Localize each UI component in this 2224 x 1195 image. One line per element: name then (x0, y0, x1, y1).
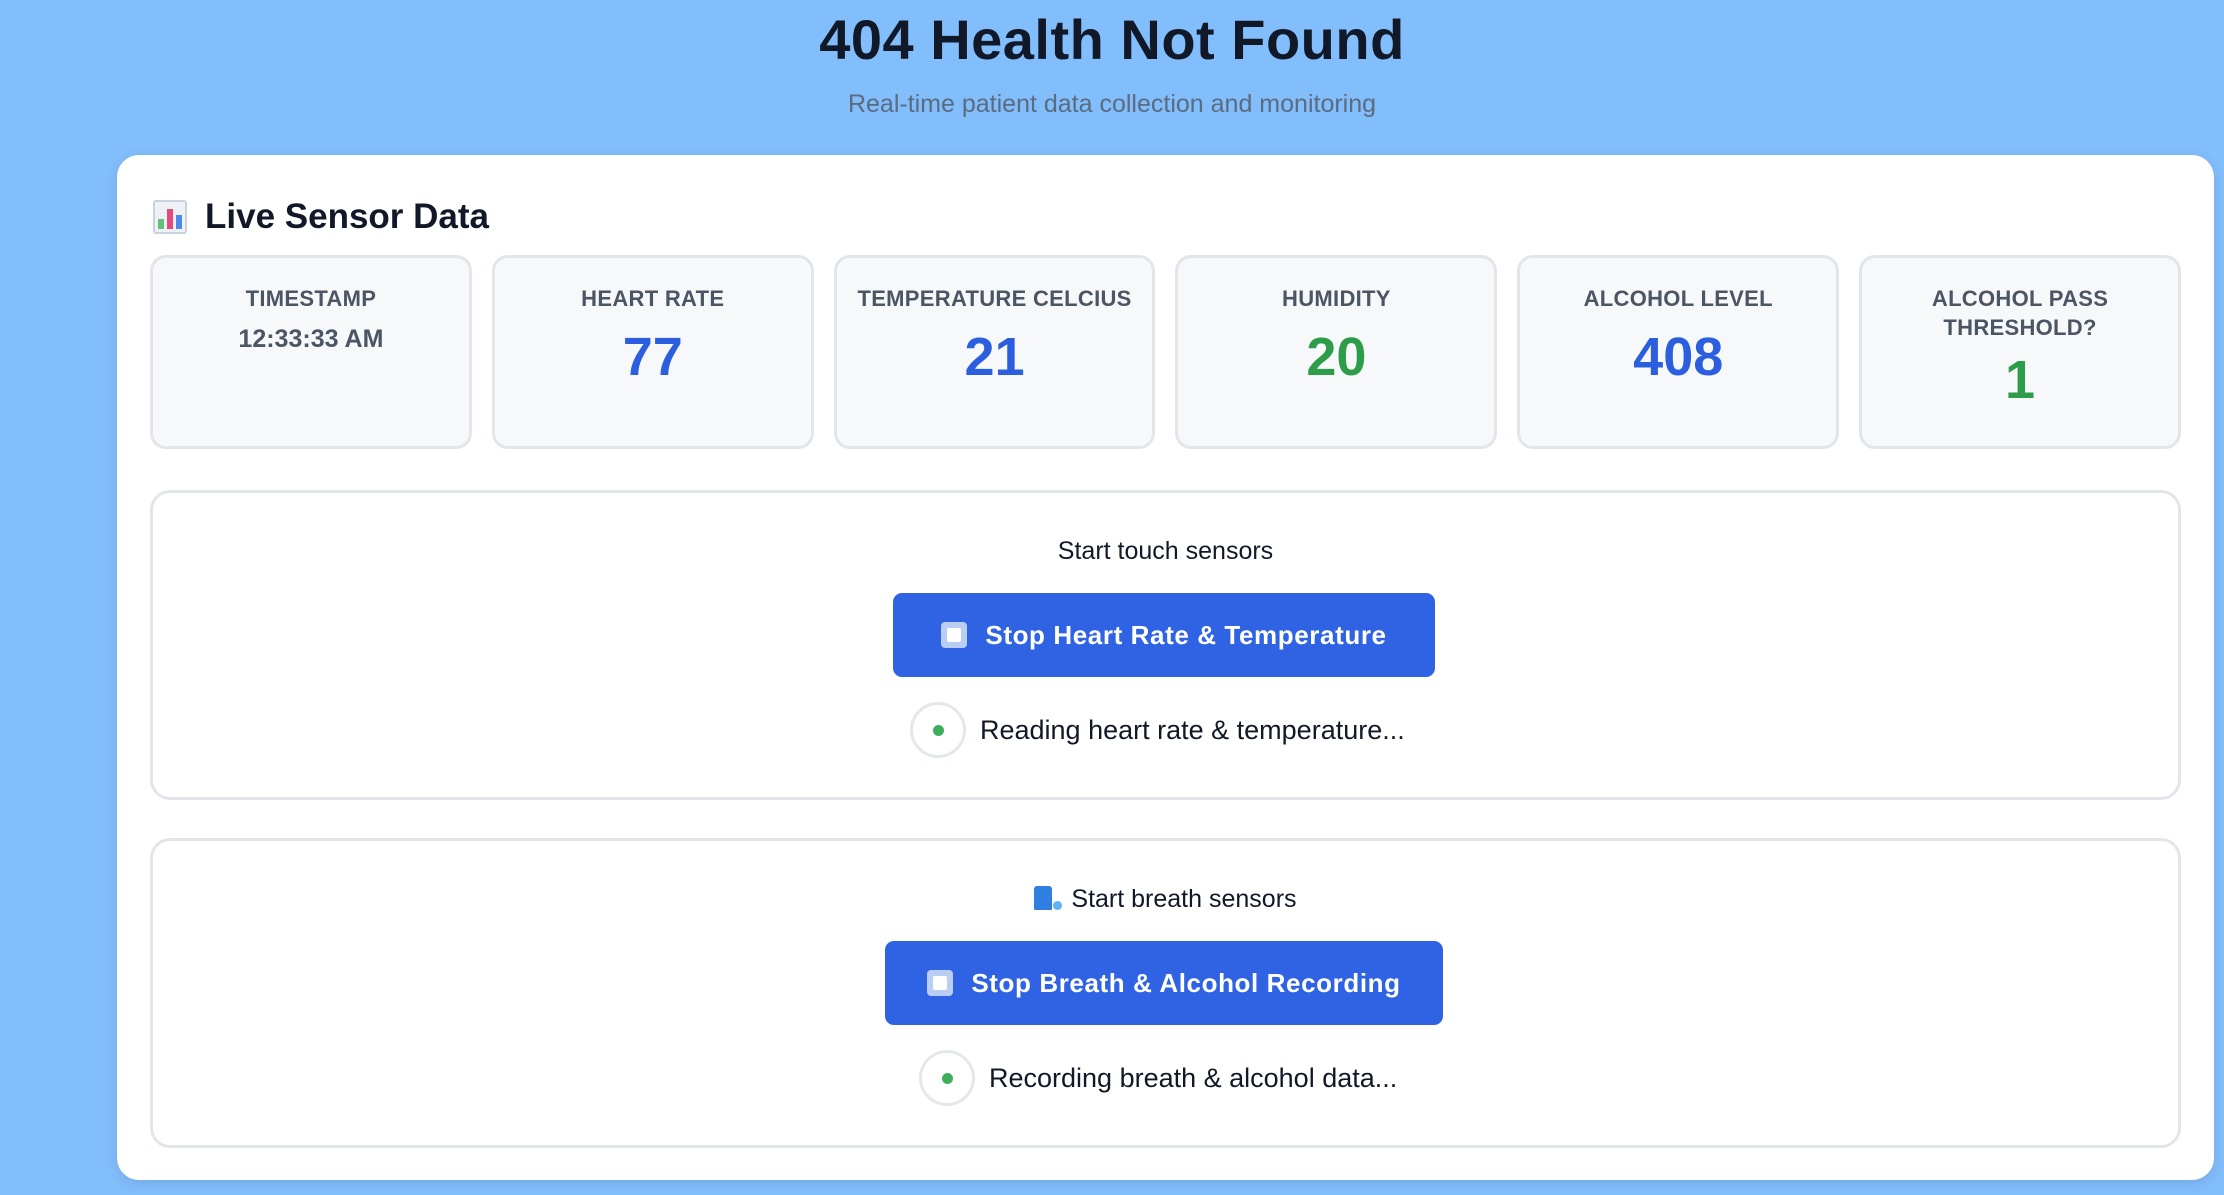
breath-sensors-heading: Start breath sensors (153, 883, 2178, 915)
status-text: Recording breath & alcohol data... (989, 1062, 1398, 1093)
metric-label: TEMPERATURE CELCIUS (857, 286, 1132, 311)
button-label: Stop Breath & Alcohol Recording (971, 967, 1401, 998)
breath-sensors-heading-text: Start breath sensors (1071, 885, 1297, 913)
status-indicator-icon (919, 1050, 975, 1106)
timestamp-value: 12:33:33 AM (238, 325, 384, 353)
metric-label: TIMESTAMP (245, 286, 377, 311)
touch-sensors-heading: Start touch sensors (153, 535, 2178, 567)
metric-card-alcohol-threshold: ALCOHOL PASS THRESHOLD? 1 (1859, 255, 2181, 449)
metric-card-alcohol-level: ALCOHOL LEVEL 408 (1517, 255, 1840, 449)
touch-sensors-status: Reading heart rate & temperature... (910, 699, 1405, 761)
touch-sensors-heading-text: Start touch sensors (1057, 537, 1274, 565)
stop-icon (927, 970, 954, 996)
metric-card-timestamp: TIMESTAMP 12:33:33 AM (150, 255, 472, 449)
button-label: Stop Heart Rate & Temperature (985, 619, 1387, 650)
touch-sensors-panel: Start touch sensors Stop Heart Rate & Te… (150, 490, 2181, 800)
status-indicator-icon (910, 702, 966, 758)
breath-sensors-status: Recording breath & alcohol data... (919, 1047, 1397, 1109)
stop-icon (941, 622, 968, 648)
dashboard-card: Live Sensor Data TIMESTAMP 12:33:33 AM H… (117, 155, 2214, 1180)
page-subtitle: Real-time patient data collection and mo… (847, 90, 1377, 118)
page-title: 404 Health Not Found (819, 8, 1405, 71)
metric-label: ALCOHOL PASS THRESHOLD? (1931, 286, 2109, 340)
alcohol-level-value: 408 (1633, 327, 1724, 387)
metric-label: ALCOHOL LEVEL (1583, 286, 1773, 311)
section-title-text: Live Sensor Data (205, 197, 489, 236)
metrics-row: TIMESTAMP 12:33:33 AM HEART RATE 77 TEMP… (150, 255, 2181, 449)
alcohol-threshold-value: 1 (2005, 350, 2036, 410)
metric-label: HEART RATE (581, 286, 725, 311)
bar-chart-icon (153, 200, 187, 234)
breath-sensors-panel: Start breath sensors Stop Breath & Alcoh… (150, 838, 2181, 1148)
stop-heart-rate-temperature-button[interactable]: Stop Heart Rate & Temperature (893, 593, 1435, 677)
metric-label: HUMIDITY (1282, 286, 1391, 311)
heart-rate-value: 77 (622, 327, 683, 387)
metric-card-humidity: HUMIDITY 20 (1175, 255, 1498, 449)
humidity-value: 20 (1306, 327, 1367, 387)
breath-sensor-icon (1034, 886, 1063, 910)
metric-card-heart-rate: HEART RATE 77 (491, 255, 814, 449)
temperature-value: 21 (964, 327, 1025, 387)
stop-breath-alcohol-button[interactable]: Stop Breath & Alcohol Recording (885, 941, 1443, 1025)
metric-card-temperature: TEMPERATURE CELCIUS 21 (833, 255, 1156, 449)
live-sensor-data-heading: Live Sensor Data (153, 193, 489, 241)
status-text: Reading heart rate & temperature... (980, 714, 1405, 745)
page-header: 404 Health Not Found Real-time patient d… (0, 0, 2224, 120)
